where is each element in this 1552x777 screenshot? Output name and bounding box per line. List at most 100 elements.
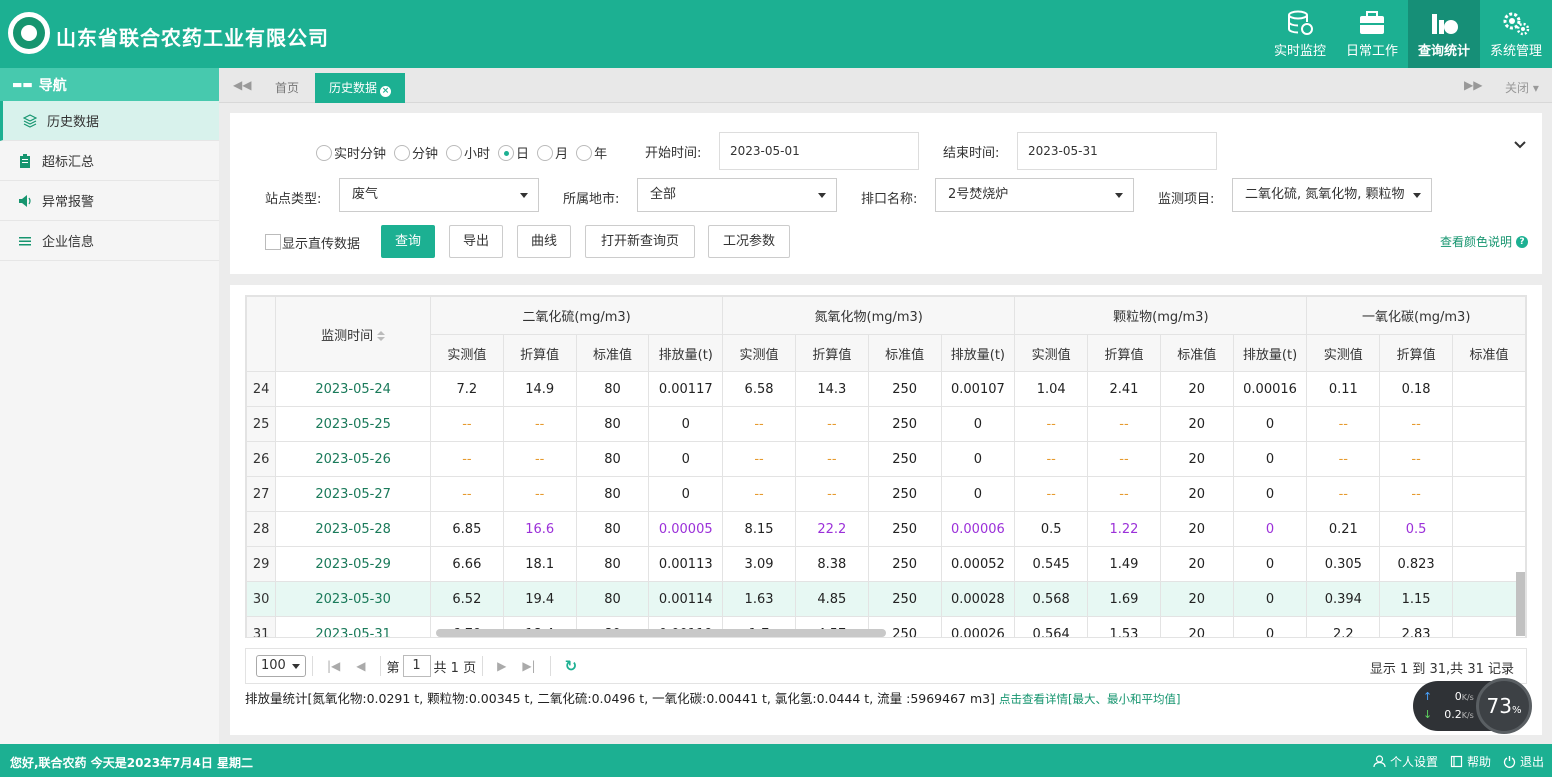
data-table-panel: 监测时间 二氧化硫(mg/m3) 氮氧化物(mg/m3) 颗粒物(mg/m3) … — [230, 285, 1542, 735]
curve-button[interactable]: 曲线 — [517, 225, 571, 258]
table-cell: -- — [502, 476, 577, 512]
help-link[interactable]: 帮助 — [1450, 753, 1491, 770]
chevron-down-icon[interactable] — [1514, 139, 1526, 151]
period-radio-group: 实时分钟 分钟 小时 日 月 年 — [316, 143, 615, 162]
table-scroll-area[interactable]: 监测时间 二氧化硫(mg/m3) 氮氧化物(mg/m3) 颗粒物(mg/m3) … — [245, 295, 1527, 638]
table-cell: 250 — [867, 371, 942, 407]
work-params-button[interactable]: 工况参数 — [708, 225, 790, 258]
grid-icon: ▬▬ — [12, 78, 33, 91]
layers-icon — [23, 113, 37, 128]
page-size-select[interactable]: 100 — [256, 655, 306, 677]
vertical-scrollbar[interactable] — [1516, 572, 1525, 636]
gears-icon — [1503, 12, 1530, 35]
sub-header: 排放量(t) — [1232, 334, 1308, 372]
table-cell: -- — [502, 441, 577, 477]
nav-system-admin[interactable]: 系统管理 — [1480, 0, 1552, 68]
sidebar-header: ▬▬ 导航 — [0, 68, 219, 101]
table-cell: -- — [794, 476, 869, 512]
prev-page-icon[interactable]: ◀ — [356, 659, 365, 673]
table-cell: -- — [1306, 441, 1381, 477]
table-cell: 2.41 — [1087, 371, 1161, 407]
table-cell: 250 — [867, 476, 942, 512]
page-number-input[interactable]: 1 — [402, 655, 431, 677]
row-date: 2023-05-29 — [275, 546, 431, 582]
caret-down-icon — [520, 193, 528, 198]
sidebar-item-company-info[interactable]: 企业信息 — [0, 221, 219, 261]
tab-home[interactable]: 首页 — [261, 73, 313, 103]
mee-logo — [8, 12, 50, 54]
sub-header: 排放量(t) — [940, 334, 1016, 372]
stats-detail-link[interactable]: 点击查看详情[最大、最小和平均值] — [999, 692, 1180, 706]
table-row[interactable]: 26 2023-05-26 -- -- 80 0 -- -- 250 0 -- -- 20 0 -- -- — [246, 441, 1526, 477]
table-row[interactable]: 24 2023-05-24 7.2 14.9 80 0.00117 6.58 14.3 250 0… — [246, 371, 1526, 407]
sidebar-item-overlimit[interactable]: 超标汇总 — [0, 141, 219, 181]
horizontal-scrollbar[interactable] — [436, 629, 886, 637]
personal-settings-link[interactable]: 个人设置 — [1373, 753, 1438, 770]
time-header[interactable]: 监测时间 — [275, 296, 431, 372]
table-row[interactable]: 27 2023-05-27 -- -- 80 0 -- -- 250 0 -- -- 20 0 -- -- — [246, 476, 1526, 512]
last-page-icon[interactable]: ▶| — [522, 659, 535, 673]
row-number: 28 — [246, 511, 277, 547]
table-cell: 0.00107 — [940, 371, 1016, 407]
radio-day[interactable]: 日 — [498, 143, 529, 162]
question-icon: ? — [1516, 235, 1528, 248]
table-cell: 80 — [575, 511, 650, 547]
logout-link[interactable]: 退出 — [1503, 753, 1544, 770]
site-type-select[interactable]: 废气 — [339, 178, 539, 212]
table-cell: -- — [722, 476, 796, 512]
nav-query-stats[interactable]: 查询统计 — [1408, 0, 1480, 68]
table-cell: 80 — [575, 581, 650, 617]
color-help-link[interactable]: 查看颜色说明? — [1440, 233, 1528, 250]
table-row[interactable]: 25 2023-05-25 -- -- 80 0 -- -- 250 0 -- -- 20 0 -- -- — [246, 406, 1526, 442]
table-cell: 0 — [648, 476, 724, 512]
table-cell: 1.49 — [1087, 546, 1161, 582]
radio-month[interactable]: 月 — [537, 143, 568, 162]
first-page-icon[interactable]: |◀ — [327, 659, 340, 673]
table-row[interactable]: 28 2023-05-28 6.85 16.6 80 0.00005 8.15 22.2 250… — [246, 511, 1526, 547]
radio-year[interactable]: 年 — [576, 143, 607, 162]
table-cell: 8.15 — [722, 511, 796, 547]
outlet-select[interactable]: 2号焚烧炉 — [935, 178, 1134, 212]
radio-realtime-minute[interactable]: 实时分钟 — [316, 143, 386, 162]
table-row[interactable]: 30 2023-05-30 6.52 19.4 80 0.00114 1.63 4.85 250… — [246, 581, 1526, 617]
close-icon[interactable]: × — [380, 86, 392, 97]
table-cell: 6.52 — [429, 581, 504, 617]
tab-history[interactable]: 历史数据 × — [315, 73, 406, 103]
tabs-close-menu[interactable]: 关闭 ▾ — [1505, 79, 1539, 96]
table-row[interactable]: 29 2023-05-29 6.66 18.1 80 0.00113 3.09 8.38 250… — [246, 546, 1526, 582]
table-cell: -- — [429, 441, 504, 477]
book-icon — [1450, 755, 1463, 768]
tabs-next-icon[interactable]: ▶▶ — [1464, 78, 1482, 92]
sub-header: 实测值 — [1014, 334, 1089, 372]
radio-hour[interactable]: 小时 — [446, 143, 490, 162]
power-icon — [1503, 756, 1516, 768]
network-speed-widget[interactable]: ↑ 0K/s ↓ 0.2K/s 73% — [1413, 678, 1532, 734]
tabs-prev-icon[interactable]: ◀◀ — [233, 78, 251, 92]
open-new-query-button[interactable]: 打开新查询页 — [585, 225, 695, 258]
show-direct-checkbox[interactable] — [265, 234, 281, 250]
end-time-input[interactable]: 2023-05-31 — [1017, 132, 1217, 170]
region-label: 所属地市: — [563, 192, 620, 207]
footer: 您好,联合农药 今天是2023年7月4日 星期二 个人设置 帮助 退出 — [0, 744, 1552, 777]
monitor-item-select[interactable]: 二氧化硫, 氮氧化物, 颗粒物 — [1232, 178, 1432, 212]
row-date: 2023-05-31 — [275, 616, 431, 637]
refresh-icon[interactable]: ↻ — [565, 657, 578, 675]
table-cell: -- — [1014, 441, 1089, 477]
table-cell: -- — [1087, 476, 1161, 512]
table-cell: 20 — [1159, 616, 1234, 637]
export-button[interactable]: 导出 — [449, 225, 503, 258]
sidebar-item-history[interactable]: 历史数据 — [0, 101, 219, 141]
query-button[interactable]: 查询 — [381, 225, 435, 258]
table-cell — [1452, 546, 1526, 582]
nav-daily-work[interactable]: 日常工作 — [1336, 0, 1408, 68]
table-cell: 1.04 — [1014, 371, 1089, 407]
sort-icon[interactable] — [377, 330, 386, 341]
table-cell: 80 — [575, 371, 650, 407]
nav-realtime-monitor[interactable]: 实时监控 — [1264, 0, 1336, 68]
sidebar-item-alarm[interactable]: 异常报警 — [0, 181, 219, 221]
table-cell: 20 — [1159, 511, 1234, 547]
region-select[interactable]: 全部 — [637, 178, 837, 212]
next-page-icon[interactable]: ▶ — [497, 659, 506, 673]
start-time-input[interactable]: 2023-05-01 — [719, 132, 919, 170]
radio-minute[interactable]: 分钟 — [394, 143, 438, 162]
